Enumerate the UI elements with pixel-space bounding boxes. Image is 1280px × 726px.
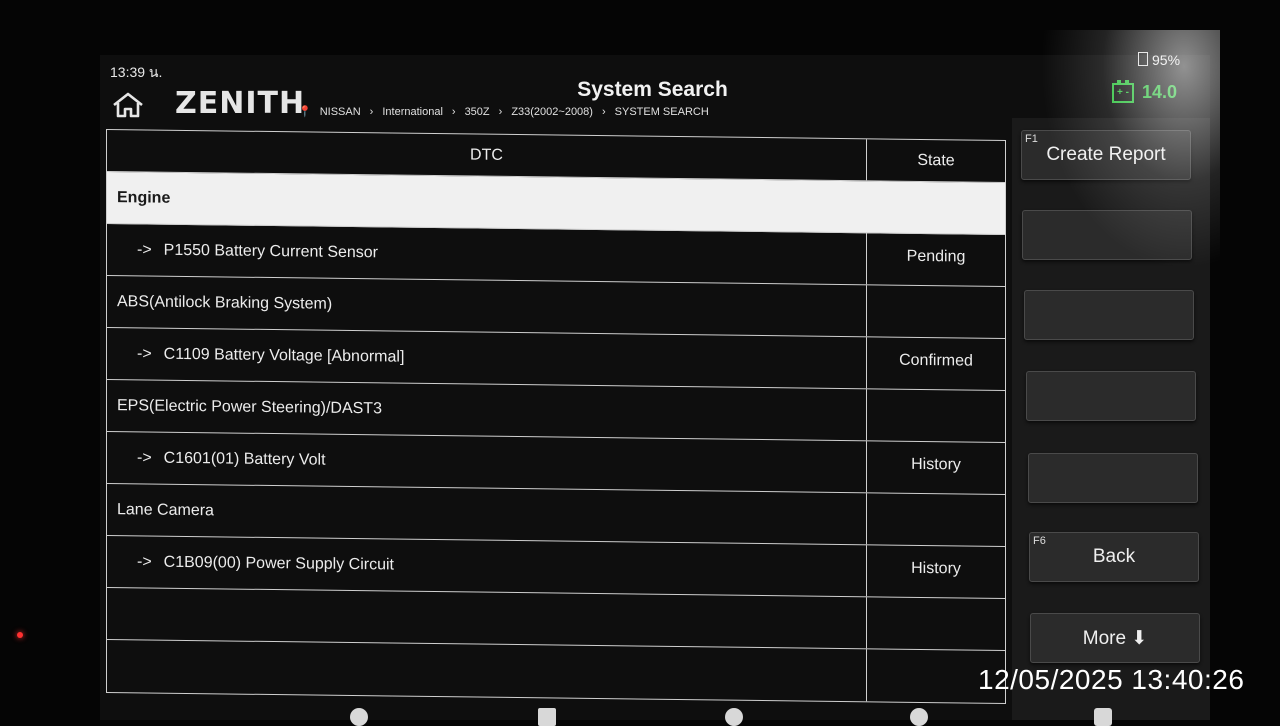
system-name: ABS(Antilock Braking System) <box>107 276 867 337</box>
dtc-state: Confirmed <box>899 351 973 370</box>
create-report-label: Create Report <box>1046 144 1166 165</box>
f1-key-label: F1 <box>1025 133 1038 145</box>
photo-timestamp: 12/05/2025 13:40:26 <box>978 664 1245 695</box>
chevron-right-icon: › <box>369 105 374 118</box>
status-battery: 95% <box>1138 52 1180 68</box>
dtc-text: C1601(01) Battery Volt <box>163 449 326 469</box>
bottom-navbar <box>100 702 1210 726</box>
f5-button[interactable] <box>1028 453 1198 503</box>
column-header-state: State <box>917 151 955 169</box>
dtc-description: -> C1B09(00) Power Supply Circuit <box>107 536 867 597</box>
dtc-state <box>867 285 1005 338</box>
dtc-text: P1550 Battery Current Sensor <box>163 241 379 261</box>
location-pin-icon: 📍 <box>298 106 312 118</box>
f6-key-label: F6 <box>1033 535 1046 547</box>
back-label: Back <box>1092 546 1136 567</box>
dtc-state <box>867 389 1005 442</box>
arrow-indicator: -> <box>137 552 152 571</box>
system-name: EPS(Electric Power Steering)/DAST3 <box>107 380 867 441</box>
battery-percent: 95% <box>1152 52 1181 68</box>
f2-button[interactable] <box>1022 210 1192 260</box>
browser-icon[interactable] <box>910 708 928 726</box>
dtc-description: -> C1601(01) Battery Volt <box>107 432 867 493</box>
f4-button[interactable] <box>1026 371 1196 421</box>
dtc-text: C1B09(00) Power Supply Circuit <box>163 553 394 574</box>
nav-recent-icon[interactable] <box>538 708 556 726</box>
breadcrumb-item[interactable]: NISSAN <box>320 106 361 118</box>
dtc-text: C1109 Battery Voltage [Abnormal] <box>163 345 405 366</box>
breadcrumb: 📍 NISSAN › International › 350Z › Z33(20… <box>298 105 709 119</box>
voltage-value: 14.0 <box>1142 82 1178 102</box>
empty-cell <box>867 597 1005 650</box>
more-button[interactable]: More ⬇ <box>1030 613 1200 663</box>
system-name: Lane Camera <box>107 484 867 545</box>
f3-button[interactable] <box>1024 290 1194 340</box>
nav-back-icon[interactable] <box>350 708 368 726</box>
dtc-state: Pending <box>906 247 966 266</box>
chevron-right-icon: › <box>601 105 606 118</box>
arrow-indicator: -> <box>137 240 152 259</box>
create-report-button[interactable]: F1 Create Report <box>1021 130 1191 180</box>
chevron-right-icon: › <box>451 105 456 118</box>
more-label: More ⬇ <box>1082 627 1148 649</box>
settings-icon[interactable] <box>725 708 743 726</box>
dtc-description: -> C1109 Battery Voltage [Abnormal] <box>107 328 867 389</box>
empty-cell <box>107 588 867 649</box>
breadcrumb-item[interactable]: 350Z <box>465 106 490 118</box>
breadcrumb-item[interactable]: Z33(2002~2008) <box>511 106 593 118</box>
dtc-state <box>867 181 1005 234</box>
system-name: Engine <box>117 188 171 207</box>
back-button[interactable]: F6 Back <box>1029 532 1199 582</box>
chevron-right-icon: › <box>498 105 503 118</box>
arrow-indicator: -> <box>137 344 152 363</box>
dtc-description: -> P1550 Battery Current Sensor <box>107 224 867 285</box>
dtc-state: History <box>911 455 961 474</box>
screenshot-icon[interactable] <box>1094 708 1112 726</box>
dtc-state <box>867 493 1005 546</box>
breadcrumb-item: SYSTEM SEARCH <box>614 105 709 118</box>
empty-cell <box>107 640 867 702</box>
breadcrumb-item[interactable]: International <box>382 106 443 118</box>
red-led-light <box>17 632 23 638</box>
table-row-empty <box>107 640 1005 703</box>
home-icon <box>113 92 143 118</box>
vehicle-voltage: + - 14.0 <box>1112 79 1178 103</box>
arrow-indicator: -> <box>137 448 152 467</box>
battery-icon <box>1138 52 1148 66</box>
home-button[interactable] <box>110 90 146 120</box>
page-title: System Search <box>577 78 728 101</box>
zenith-logo: ZENITH <box>175 86 306 121</box>
dtc-state: History <box>911 559 961 578</box>
car-battery-icon: + - <box>1112 79 1134 103</box>
dtc-table: DTC State Engine -> P1550 Battery Current… <box>106 129 1006 704</box>
status-time: 13:39 น. <box>110 64 163 80</box>
